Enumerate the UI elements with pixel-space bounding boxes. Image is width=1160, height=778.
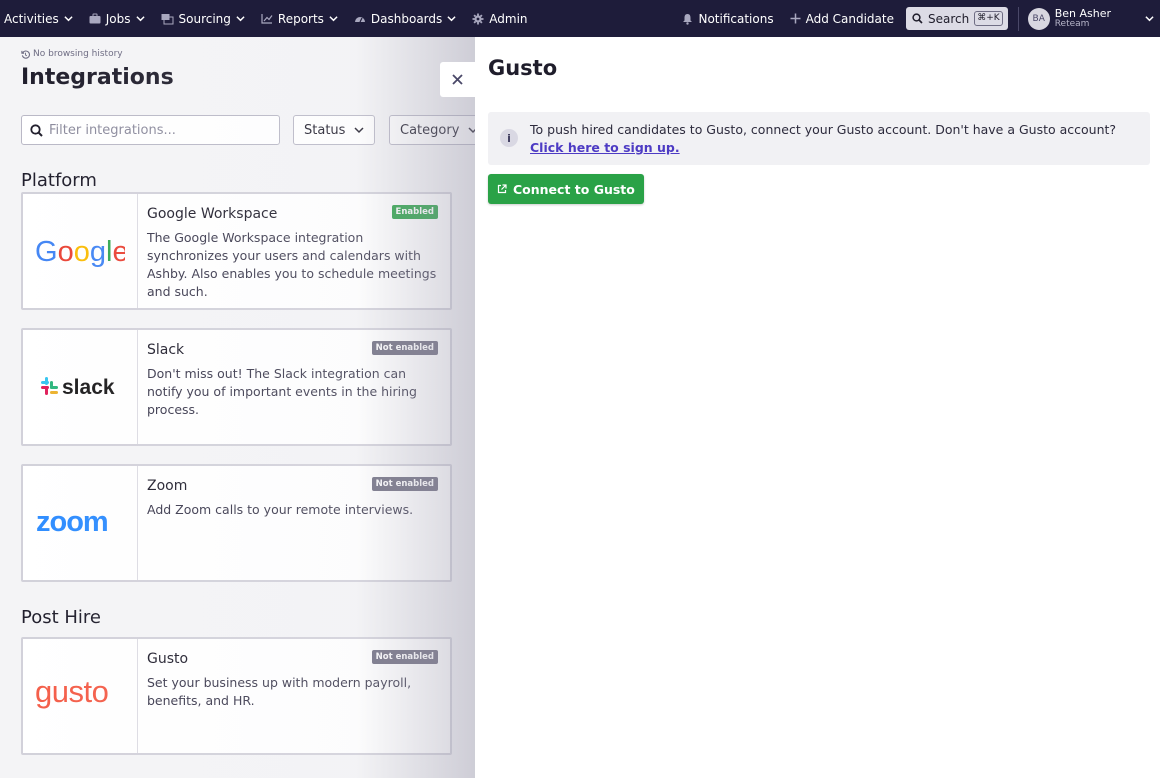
browsing-history[interactable]: No browsing history bbox=[21, 49, 123, 59]
user-info: Ben Asher Reteam bbox=[1055, 8, 1111, 30]
user-org: Reteam bbox=[1054, 18, 1090, 29]
avatar: BA bbox=[1027, 7, 1050, 30]
nav-reports-label: Reports bbox=[277, 11, 324, 26]
info-message: To push hired candidates to Gusto, conne… bbox=[530, 122, 1117, 137]
nav-actions: Notifications Add Candidate Search ⌘+K B… bbox=[678, 0, 1160, 37]
gear-icon bbox=[472, 13, 484, 24]
integration-card-gusto[interactable]: gusto Gusto Not enabled Set your busines… bbox=[21, 637, 452, 755]
notifications-label: Notifications bbox=[698, 11, 774, 26]
chevron-down-icon bbox=[1145, 16, 1154, 22]
section-title-post-hire: Post Hire bbox=[21, 607, 101, 628]
integration-name: Gusto bbox=[147, 651, 189, 667]
nav-dashboards[interactable]: Dashboards bbox=[346, 0, 464, 37]
info-callout: i To push hired candidates to Gusto, con… bbox=[488, 112, 1150, 165]
integration-detail-panel: Gusto i To push hired candidates to Gust… bbox=[475, 37, 1160, 778]
integration-description: Add Zoom calls to your remote interviews… bbox=[147, 502, 414, 517]
search-shortcut: ⌘+K bbox=[974, 11, 1003, 26]
svg-text:slack: slack bbox=[62, 376, 115, 399]
slack-logo: slack bbox=[23, 330, 138, 444]
chevron-down-icon bbox=[447, 16, 456, 22]
nav-divider bbox=[1017, 6, 1019, 31]
nav-dashboards-label: Dashboards bbox=[370, 11, 443, 26]
chevron-down-icon bbox=[329, 16, 338, 22]
plus-icon bbox=[790, 13, 801, 24]
add-candidate-button[interactable]: Add Candidate bbox=[782, 0, 902, 37]
status-badge: Enabled bbox=[391, 205, 438, 219]
integration-card-slack[interactable]: slack Slack Not enabled Don't miss out! … bbox=[21, 328, 452, 446]
chevron-down-icon bbox=[468, 127, 475, 134]
status-badge: Not enabled bbox=[371, 341, 438, 355]
integration-name: Google Workspace bbox=[147, 206, 278, 222]
history-icon bbox=[21, 50, 30, 59]
integration-card-google-workspace[interactable]: Google Google Workspace Enabled The Goog… bbox=[21, 192, 452, 310]
nav-jobs-label: Jobs bbox=[105, 11, 131, 26]
chevron-down-icon bbox=[236, 16, 245, 22]
nav-menu: Activities Jobs Sourcing Reports Dashboa… bbox=[0, 0, 536, 37]
status-select-label: Status bbox=[304, 122, 346, 138]
add-candidate-label: Add Candidate bbox=[805, 11, 894, 26]
search-label: Search bbox=[928, 11, 970, 26]
integration-name: Zoom bbox=[147, 478, 188, 494]
nav-sourcing-label: Sourcing bbox=[178, 11, 231, 26]
gusto-logo: gusto bbox=[23, 639, 138, 753]
svg-text:Google: Google bbox=[35, 236, 125, 268]
filter-input[interactable]: Filter integrations... bbox=[21, 115, 280, 145]
integration-description: Don't miss out! The Slack integration ca… bbox=[147, 366, 417, 417]
category-select[interactable]: Category bbox=[389, 115, 475, 145]
nav-reports[interactable]: Reports bbox=[253, 0, 346, 37]
chevron-down-icon bbox=[135, 16, 145, 22]
nav-admin[interactable]: Admin bbox=[464, 0, 535, 37]
nav-activities-label: Activities bbox=[4, 11, 59, 26]
chevron-down-icon bbox=[354, 127, 364, 134]
status-badge: Not enabled bbox=[371, 477, 438, 491]
nav-admin-label: Admin bbox=[489, 11, 528, 26]
bell-icon bbox=[683, 13, 693, 25]
google-logo: Google bbox=[23, 194, 138, 308]
nav-activities[interactable]: Activities bbox=[0, 0, 81, 37]
close-icon bbox=[452, 74, 463, 85]
close-panel-button[interactable] bbox=[440, 62, 475, 97]
integration-card-zoom[interactable]: zoom Zoom Not enabled Add Zoom calls to … bbox=[21, 464, 452, 582]
connect-label: Connect to Gusto bbox=[513, 181, 635, 197]
filter-placeholder: Filter integrations... bbox=[49, 122, 176, 138]
search-icon bbox=[912, 13, 923, 24]
integration-name: Slack bbox=[147, 342, 185, 358]
history-label: No browsing history bbox=[33, 49, 123, 59]
chevron-down-icon bbox=[64, 16, 73, 22]
sourcing-icon bbox=[161, 13, 173, 24]
search-icon bbox=[30, 123, 43, 137]
briefcase-icon bbox=[89, 13, 101, 24]
svg-text:zoom: zoom bbox=[36, 508, 108, 538]
signup-link[interactable]: Click here to sign up. bbox=[530, 140, 680, 155]
integrations-page: No browsing history Integrations Filter … bbox=[0, 37, 475, 778]
svg-text:gusto: gusto bbox=[35, 677, 108, 709]
zoom-logo: zoom bbox=[23, 466, 138, 580]
integration-description: Set your business up with modern payroll… bbox=[147, 675, 412, 708]
info-text: To push hired candidates to Gusto, conne… bbox=[530, 121, 1146, 157]
top-nav: Activities Jobs Sourcing Reports Dashboa… bbox=[0, 0, 1160, 37]
panel-title: Gusto bbox=[488, 56, 558, 80]
external-link-icon bbox=[497, 184, 507, 194]
user-name: Ben Asher bbox=[1054, 6, 1111, 20]
category-select-label: Category bbox=[400, 122, 460, 138]
integration-description: The Google Workspace integration synchro… bbox=[147, 230, 437, 299]
nav-jobs[interactable]: Jobs bbox=[81, 0, 153, 37]
user-menu[interactable]: BA Ben Asher Reteam bbox=[1027, 0, 1160, 37]
status-badge: Not enabled bbox=[371, 650, 438, 664]
notifications-button[interactable]: Notifications bbox=[678, 0, 781, 37]
page-title: Integrations bbox=[21, 65, 174, 90]
gauge-icon bbox=[354, 17, 365, 23]
connect-to-gusto-button[interactable]: Connect to Gusto bbox=[488, 174, 644, 204]
search-button[interactable]: Search ⌘+K bbox=[906, 7, 1008, 30]
info-icon: i bbox=[500, 129, 518, 147]
section-title-platform: Platform bbox=[21, 170, 97, 191]
nav-sourcing[interactable]: Sourcing bbox=[153, 0, 253, 37]
chart-icon bbox=[261, 14, 273, 24]
status-select[interactable]: Status bbox=[293, 115, 375, 145]
